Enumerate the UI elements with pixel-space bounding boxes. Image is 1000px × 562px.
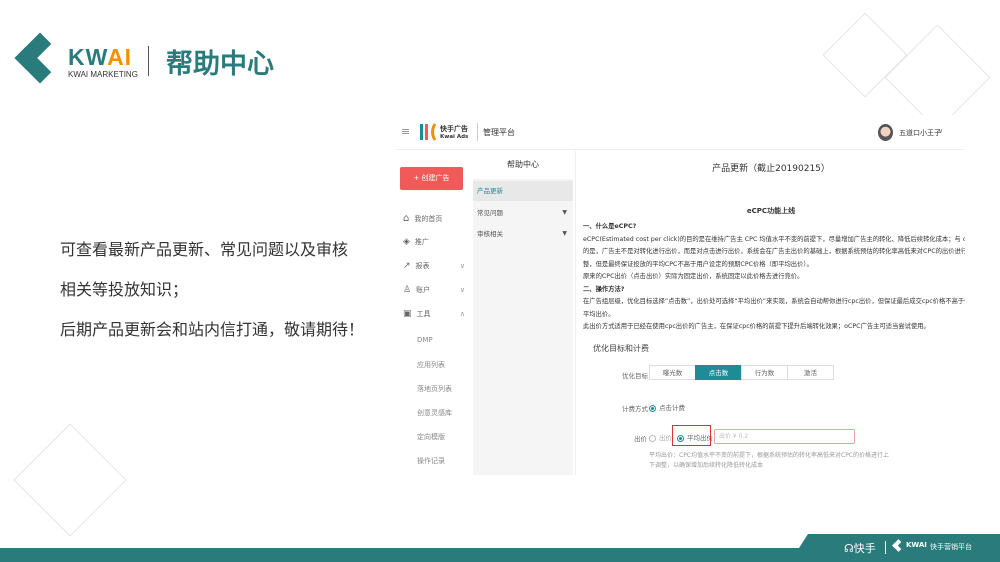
sidebar-subitem-landing-pages[interactable]: 落地页列表 xyxy=(417,384,452,394)
sidebar-item-account[interactable]: ♙ 账户 ∨ xyxy=(403,285,465,295)
sidebar-item-label: 工具 xyxy=(416,310,431,318)
home-icon: ⌂ xyxy=(403,213,410,224)
divider xyxy=(477,123,478,141)
article-line: 整，但是最终保证投放的平均CPC不高于用户设定的预期CPC价格（即平均出价）。 xyxy=(583,260,813,268)
article-line: 原来的CPC出价（点击出价）实际为固定出价，系统固定以此价格去进行竞价。 xyxy=(583,273,804,280)
help-menu-item-review[interactable]: 审核相关 ▼ xyxy=(473,224,573,244)
kuaishou-logo: ☊快手 xyxy=(844,542,876,555)
chevron-up-icon: ∧ xyxy=(459,310,465,318)
decor-diamond xyxy=(13,423,127,537)
bid-input[interactable]: 出价 ¥ 0.2 xyxy=(714,429,855,444)
radio-selected[interactable] xyxy=(649,404,656,412)
footer-logos: ☊快手 KWAI 快手营销平台 xyxy=(790,534,1000,562)
goal-option-clicks[interactable]: 点击数 xyxy=(695,365,742,380)
kwai-logo-sub: KWAI MARKETING xyxy=(68,70,138,79)
sidebar-subitem-creative-library[interactable]: 创意灵感库 xyxy=(417,408,452,418)
article-line: 平均出价。 xyxy=(583,310,615,318)
description-line: 后期产品更新会和站内信打通，敬请期待！ xyxy=(60,320,365,339)
article-line: 在广告组层级，优化目标选择“点击数”，出价处可选择“平均出价”来实现，系统会自动… xyxy=(583,298,965,305)
bid-option-label: 平均出价 xyxy=(687,434,713,442)
kuaishou-logo-icon: ☊ xyxy=(844,542,854,555)
layers-icon: ◈ xyxy=(403,237,410,247)
create-ad-button[interactable]: + 创建广告 xyxy=(400,167,463,190)
page-title: 帮助中心 xyxy=(166,49,274,80)
billing-label: 计费方式 xyxy=(622,405,648,413)
sidebar-item-home[interactable]: ⌂ 我的首页 xyxy=(403,213,465,224)
divider xyxy=(148,46,149,76)
sidebar-item-promotion[interactable]: ◈ 推广 xyxy=(403,237,465,247)
radio-selected[interactable] xyxy=(677,434,684,442)
help-menu-label: 审核相关 xyxy=(477,230,503,238)
goal-option-impressions[interactable]: 曝光数 xyxy=(649,365,696,380)
content-title: 产品更新（截止20190215） xyxy=(712,164,830,174)
logo-cn: 快手广告 xyxy=(440,125,468,133)
article-title: eCPC功能上线 xyxy=(746,207,796,215)
help-menu-label: 产品更新 xyxy=(477,187,503,195)
help-menu-title: 帮助中心 xyxy=(473,151,573,179)
chevron-down-icon: ∨ xyxy=(459,286,465,294)
user-name[interactable]: 五道口小王子 xyxy=(899,128,941,138)
article-line: 二、操作方法? xyxy=(583,285,625,293)
help-menu-item-product-updates[interactable]: 产品更新 xyxy=(473,181,573,201)
kwai-ads-logo-icon xyxy=(419,123,437,141)
caret-down-icon: ▼ xyxy=(562,230,567,237)
radio-unselected[interactable] xyxy=(649,434,656,442)
billing-option-label: 点击计费 xyxy=(659,404,685,412)
bid-option-label: 出价 xyxy=(659,434,672,442)
user-icon: ♙ xyxy=(403,285,412,295)
form-section-title: 优化目标和计费 xyxy=(593,344,649,353)
article-line: eCPC(Estimated cost per click)的目的是在维持广告主… xyxy=(583,235,965,243)
avatar[interactable] xyxy=(878,124,893,141)
caret-down-icon: ▼ xyxy=(562,209,567,216)
sidebar-subitem-operation-log[interactable]: 操作记录 xyxy=(417,456,445,466)
bid-option-average[interactable]: 平均出价 xyxy=(672,425,713,446)
platform-name: 管理平台 xyxy=(483,128,515,137)
platform-footer-text: 快手营销平台 xyxy=(930,543,972,551)
sidebar-item-label: 报表 xyxy=(415,262,430,270)
article-line: 一、什么是eCPC? xyxy=(583,223,637,230)
sidebar: + 创建广告 ⌂ 我的首页 ◈ 推广 ↗ 报表 ∨ ♙ 账户 ∨ ▣ 工具 ∧ DMP 应用列表… xyxy=(395,151,473,475)
menu-icon[interactable]: ≡ xyxy=(401,125,410,138)
sidebar-item-label: 账户 xyxy=(416,286,431,294)
billing-option[interactable]: 点击计费 xyxy=(649,402,685,412)
content-panel: 产品更新（截止20190215） eCPC功能上线 一、什么是eCPC? eCP… xyxy=(575,151,965,475)
help-menu-item-faq[interactable]: 常见问题 ▼ xyxy=(473,203,573,223)
goal-label: 优化目标 xyxy=(622,372,648,380)
app-header: ≡ 快手广告 Kwai Ads 管理平台 五道口小王子 ∨ xyxy=(395,115,965,150)
help-menu-label: 常见问题 xyxy=(477,209,503,217)
app-screenshot: ≡ 快手广告 Kwai Ads 管理平台 五道口小王子 ∨ + 创建广告 ⌂ 我的… xyxy=(395,115,965,475)
article-line: 的是，广告主不是对转化进行出价，而是对点击进行出价，系统会在广告主出价的基础上，… xyxy=(583,248,965,255)
kwai-logo-icon xyxy=(14,32,66,84)
sidebar-subitem-dmp[interactable]: DMP xyxy=(417,336,433,344)
description-line: 相关等投放知识； xyxy=(60,280,189,299)
toolbox-icon: ▣ xyxy=(403,309,412,319)
goal-option-actions[interactable]: 行为数 xyxy=(741,365,788,380)
sidebar-item-tools[interactable]: ▣ 工具 ∧ xyxy=(403,309,465,319)
kwai-footer-text: KWAI xyxy=(906,541,927,549)
hint-line: 平均出价：CPC均值水平不变的前提下，根据系统预估的转化率高低来对CPC的价格进… xyxy=(649,452,889,459)
bid-label: 出价 xyxy=(634,435,647,443)
goal-selector: 曝光数 点击数 行为数 激活 xyxy=(649,365,834,380)
sidebar-item-reports[interactable]: ↗ 报表 ∨ xyxy=(403,261,465,271)
sidebar-item-label: 推广 xyxy=(414,238,429,246)
logo-en: Kwai Ads xyxy=(440,134,469,140)
sidebar-subitem-targeting-templates[interactable]: 定向模版 xyxy=(417,432,445,442)
bid-option-fixed[interactable]: 出价 xyxy=(649,432,672,442)
sidebar-subitem-apps[interactable]: 应用列表 xyxy=(417,360,445,370)
sidebar-item-label: 我的首页 xyxy=(414,214,443,223)
chevron-down-icon[interactable]: ∨ xyxy=(938,127,943,135)
kwai-logo-text: KWAI xyxy=(68,44,133,70)
article-line: 此出价方式适用于已经在使用cpc出价的广告主，在保证cpc价格的前提下提升后端转… xyxy=(583,323,930,330)
divider xyxy=(885,541,886,554)
description-line: 可查看最新产品更新、常见问题以及审核 xyxy=(60,240,349,259)
kwai-logo-icon xyxy=(892,539,905,552)
help-menu: 帮助中心 产品更新 常见问题 ▼ 审核相关 ▼ xyxy=(473,151,573,475)
hint-line: 下调整，以确保增加后续转化降低转化成本 xyxy=(649,462,764,469)
chart-icon: ↗ xyxy=(403,261,411,271)
bid-hint: 平均出价：CPC均值水平不变的前提下，根据系统预估的转化率高低来对CPC的价格进… xyxy=(649,451,889,471)
chevron-down-icon: ∨ xyxy=(459,262,465,270)
article-body: 一、什么是eCPC? eCPC(Estimated cost per click… xyxy=(583,221,965,334)
goal-option-activation[interactable]: 激活 xyxy=(787,365,834,380)
